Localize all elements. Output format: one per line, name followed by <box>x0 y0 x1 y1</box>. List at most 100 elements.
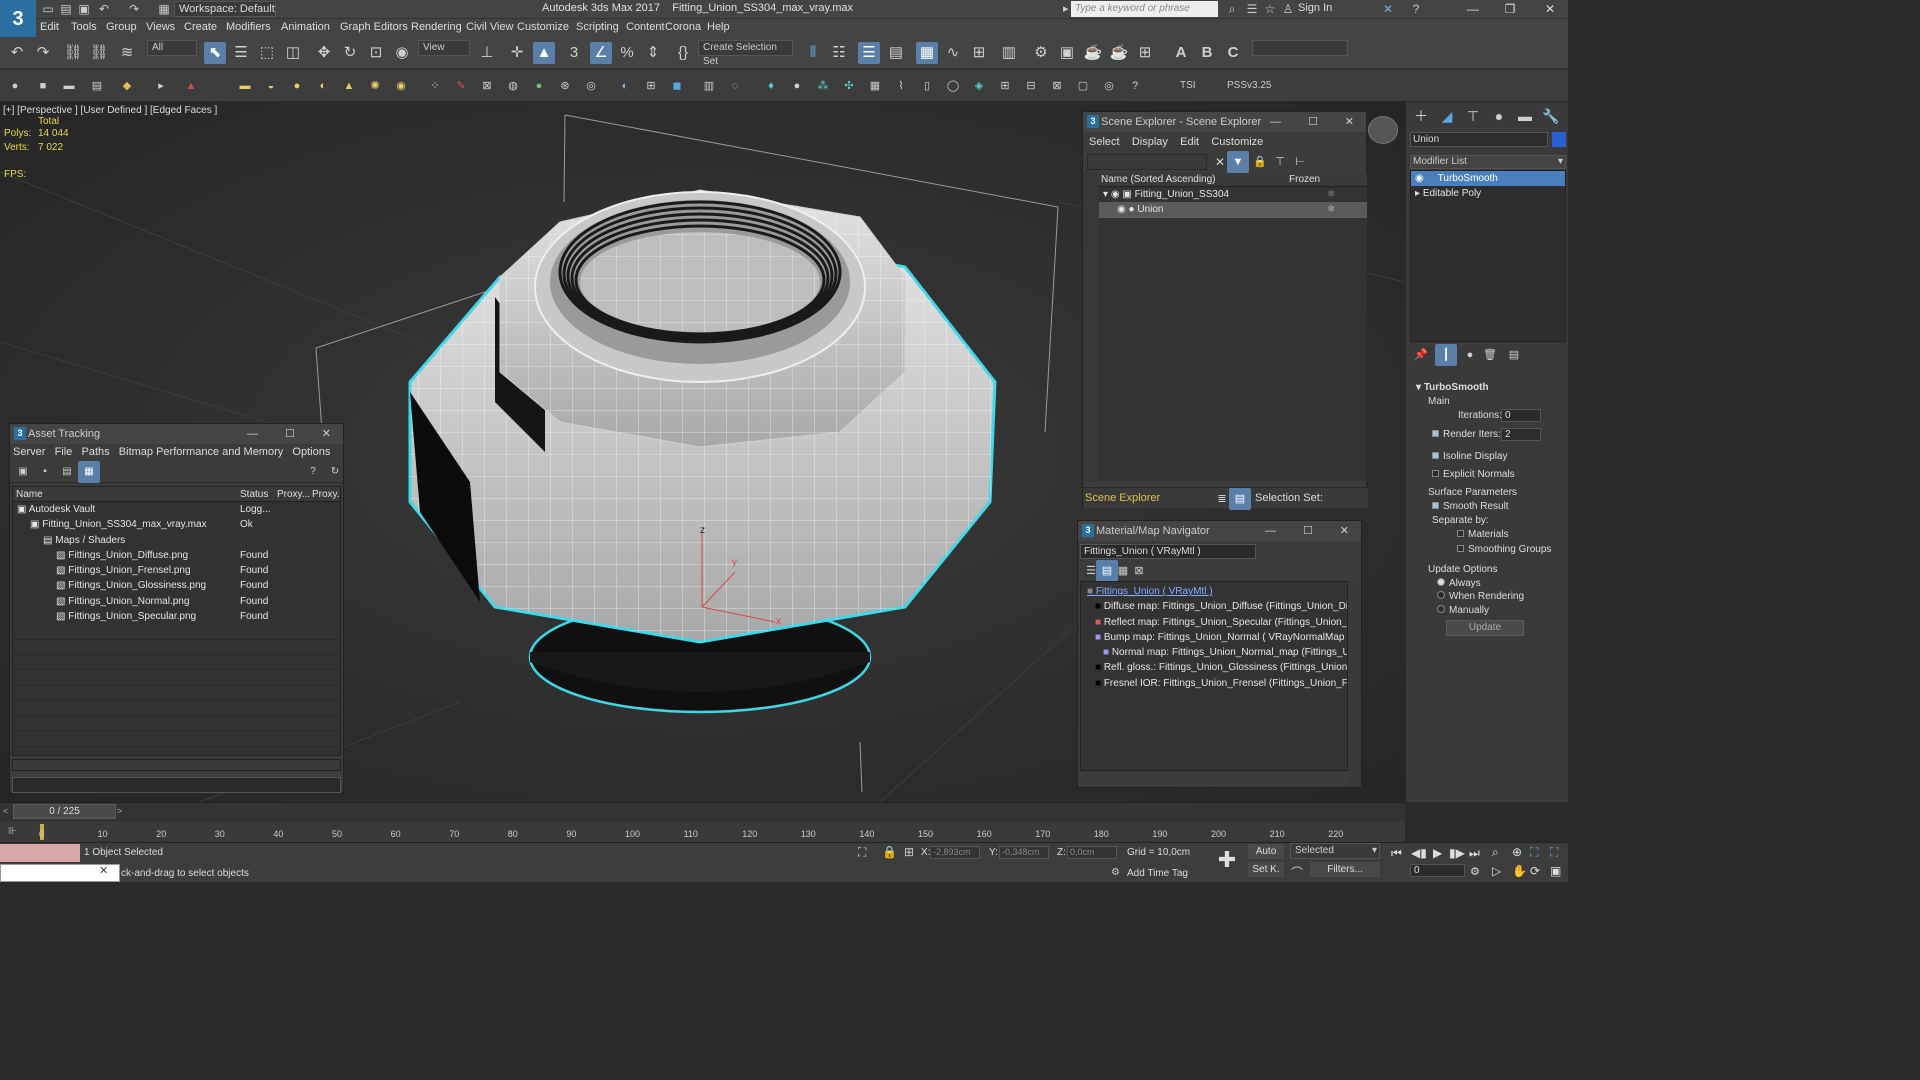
menu-bitmap-performance[interactable]: Bitmap Performance and Memory <box>119 446 283 458</box>
scene-explorer-titlebar[interactable]: 3 Scene Explorer - Scene Explorer — ☐ ✕ <box>1083 112 1366 132</box>
vray-tool-icon[interactable]: ⊛ <box>554 75 576 97</box>
corona-tool-icon[interactable]: ▲ <box>180 75 202 97</box>
render-icon[interactable]: ☕ <box>1082 42 1104 64</box>
workspace-dropdown[interactable]: Workspace: Default ▾ <box>174 1 276 29</box>
corona-tool-icon[interactable]: ▬ <box>58 75 80 97</box>
asset-row[interactable]: ▤ Maps / Shaders <box>13 533 340 548</box>
close-button[interactable]: ✕ <box>1345 112 1354 132</box>
move-icon[interactable]: ✥ <box>313 42 335 64</box>
key-filters-icon[interactable]: ⌒ <box>1291 864 1303 881</box>
undo-icon[interactable]: ↶ <box>96 2 112 16</box>
tsi-label[interactable]: TSI <box>1180 80 1196 91</box>
render-setup-icon[interactable]: ⚙ <box>1030 42 1052 64</box>
map-item[interactable]: ■ Normal map: Fittings_Union_Normal_map … <box>1081 645 1347 660</box>
scene-explorer-toggle-icon[interactable]: ☰ <box>858 42 880 64</box>
maximize-viewport-icon[interactable]: ▣ <box>1550 864 1561 878</box>
vray-tool-icon[interactable]: ◎ <box>1098 75 1120 97</box>
z-coordinate-field[interactable]: 0,0cm <box>1067 846 1117 859</box>
vray-tool-icon[interactable]: ● <box>786 75 808 97</box>
vray-tool-icon[interactable]: ? <box>1124 75 1146 97</box>
make-unique-icon[interactable]: ● <box>1459 344 1481 366</box>
corona-tool-icon[interactable]: ▤ <box>86 75 108 97</box>
horizontal-scrollbar[interactable] <box>12 759 341 771</box>
explicit-normals-toggle[interactable]: Explicit Normals <box>1432 469 1515 480</box>
vray-tool-icon[interactable]: ⊞ <box>640 75 662 97</box>
unlink-icon[interactable]: ⛓ <box>88 42 110 64</box>
prev-frame-icon[interactable]: < <box>3 806 8 816</box>
vray-tool-icon[interactable]: ◼ <box>666 75 688 97</box>
listener-close-icon[interactable]: ✕ <box>99 864 108 877</box>
manually-option[interactable]: Manually <box>1437 605 1489 616</box>
vray-tool-icon[interactable]: ▥ <box>698 75 720 97</box>
search-arrow-icon[interactable]: ▸ <box>1063 2 1069 15</box>
bind-space-warp-icon[interactable]: ≋ <box>116 42 138 64</box>
menu-tools[interactable]: Tools <box>71 21 97 33</box>
add-time-tag[interactable]: Add Time Tag <box>1127 868 1188 879</box>
path-input[interactable] <box>12 777 341 793</box>
redo-icon[interactable]: ↷ <box>32 42 54 64</box>
show-end-result-icon[interactable]: ┃ <box>1435 344 1457 366</box>
maximize-button[interactable]: ☐ <box>1308 112 1318 132</box>
map-item[interactable]: ■ Reflect map: Fittings_Union_Specular (… <box>1081 615 1347 630</box>
place-icon[interactable]: ◉ <box>391 42 413 64</box>
menu-animation[interactable]: Animation <box>281 21 330 33</box>
new-file-icon[interactable]: ▭ <box>40 2 56 16</box>
set-key-button[interactable]: Set K. <box>1248 862 1284 877</box>
track-bar-toggle-icon[interactable]: ⊪ <box>8 826 17 837</box>
viewcube[interactable] <box>1368 116 1398 144</box>
layer-explorer-icon[interactable]: ▤ <box>885 42 907 64</box>
vray-tool-icon[interactable]: ▦ <box>864 75 886 97</box>
iterations-spinner[interactable]: 0 <box>1501 409 1541 422</box>
refresh-icon[interactable]: ↻ <box>324 461 346 483</box>
vray-tool-icon[interactable]: ⊠ <box>1046 75 1068 97</box>
binoculars-icon[interactable]: ⌕ <box>1224 2 1240 16</box>
text-a-icon[interactable]: A <box>1170 42 1192 64</box>
corona-tool-icon[interactable]: ■ <box>32 75 54 97</box>
remove-modifier-icon[interactable]: 🗑 <box>1479 344 1501 366</box>
material-navigator-titlebar[interactable]: 3 Material/Map Navigator — ☐ ✕ <box>1078 521 1361 541</box>
menu-rendering[interactable]: Rendering <box>411 21 462 33</box>
map-item[interactable]: ■ Bump map: Fittings_Union_Normal ( VRay… <box>1081 630 1347 645</box>
display-tab-icon[interactable]: ▬ <box>1516 107 1534 125</box>
menu-modifiers[interactable]: Modifiers <box>226 21 271 33</box>
text-b-icon[interactable]: B <box>1196 42 1218 64</box>
hierarchy-icon[interactable]: ⊤ <box>1269 151 1291 173</box>
menu-edit[interactable]: Edit <box>1180 136 1199 148</box>
select-by-name-icon[interactable]: ☰ <box>230 42 252 64</box>
col-name-sorted[interactable]: Name (Sorted Ascending) <box>1101 173 1216 187</box>
close-button[interactable]: ✕ <box>1540 1 1560 17</box>
redo-icon[interactable]: ↷ <box>126 2 142 16</box>
visibility-eye-icon[interactable]: ◉ <box>1117 204 1126 215</box>
align-icon[interactable]: ☷ <box>828 42 850 64</box>
menu-civil-view[interactable]: Civil View <box>466 21 513 33</box>
window-crossing-icon[interactable]: ◫ <box>282 42 304 64</box>
zoom-icon[interactable]: ⌕ <box>1492 845 1499 860</box>
asset-row[interactable]: ▧ Fittings_Union_Frensel.png Found <box>13 563 340 578</box>
minimize-button[interactable]: — <box>1270 112 1281 132</box>
vray-tool-icon[interactable]: ⁘ <box>424 75 446 97</box>
toolbar-blank-dropdown[interactable] <box>1252 40 1348 56</box>
col-proxy-1[interactable]: Proxy... <box>277 487 310 502</box>
search-input[interactable]: Type a keyword or phrase <box>1071 1 1218 17</box>
asset-row[interactable]: ▧ Fittings_Union_Specular.png Found <box>13 609 340 624</box>
vray-tool-icon[interactable]: ◯ <box>942 75 964 97</box>
current-frame-field[interactable]: 0 <box>1410 864 1465 877</box>
previous-key-icon[interactable]: ◀▮ <box>1411 846 1427 860</box>
col-frozen[interactable]: Frozen <box>1289 173 1320 187</box>
user-icon[interactable]: ♙ <box>1280 2 1296 16</box>
vray-tool-icon[interactable]: ✎ <box>450 75 472 97</box>
isolate-selection-icon[interactable]: ⛶ <box>858 845 866 860</box>
asset-row[interactable]: ▧ Fittings_Union_Diffuse.png Found <box>13 548 340 563</box>
menu-content[interactable]: Content <box>626 21 665 33</box>
zoom-extents-all-icon[interactable]: ⛶ <box>1550 845 1558 860</box>
render-iterative-icon[interactable]: ☕ <box>1108 42 1130 64</box>
zoom-extents-icon[interactable]: ⛶ <box>1530 845 1538 860</box>
menu-file[interactable]: File <box>55 446 73 458</box>
explicit-normals-checkbox[interactable] <box>1432 470 1439 477</box>
asset-row[interactable]: ▣ Autodesk Vault Logg... <box>13 502 340 517</box>
maximize-button[interactable]: ☐ <box>285 424 295 444</box>
vray-tool-icon[interactable]: ⊠ <box>476 75 498 97</box>
vray-tool-icon[interactable]: ▢ <box>1072 75 1094 97</box>
pivot-icon[interactable]: ⊥ <box>476 42 498 64</box>
light-icon[interactable]: ● <box>286 75 308 97</box>
